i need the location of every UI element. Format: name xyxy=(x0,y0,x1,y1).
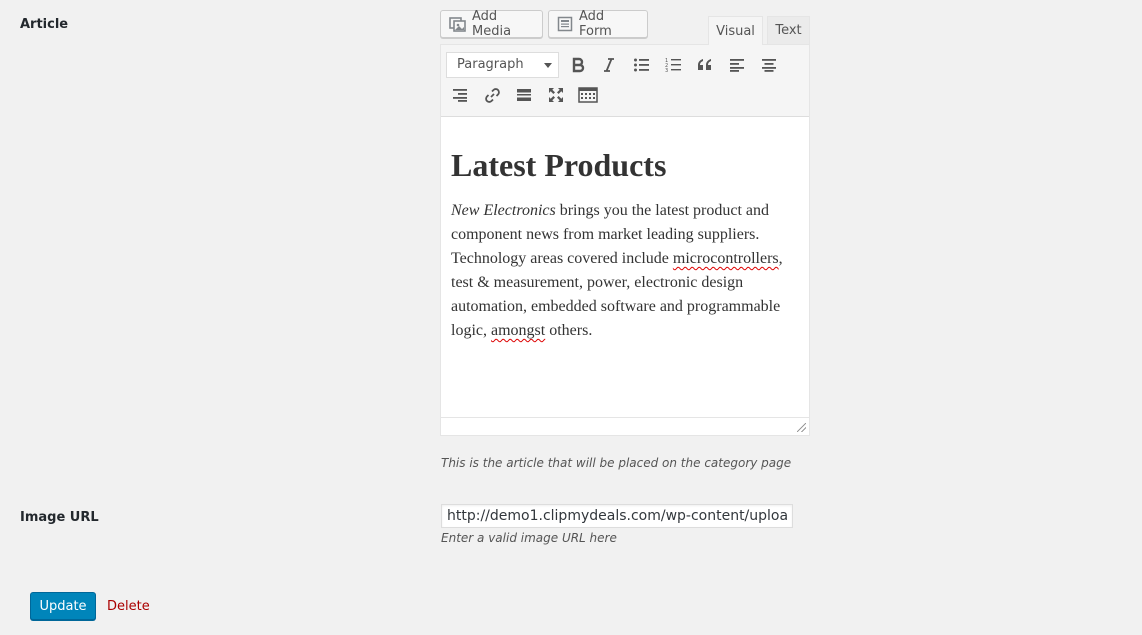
toolbar-toggle-icon xyxy=(578,87,598,103)
content-paragraph: New Electronics brings you the latest pr… xyxy=(451,199,799,343)
blockquote-icon xyxy=(697,58,713,72)
content-heading: Latest Products xyxy=(451,147,667,183)
image-url-help-text: Enter a valid image URL here xyxy=(441,531,617,545)
link-icon xyxy=(484,87,501,104)
align-center-button[interactable] xyxy=(755,51,783,79)
read-more-button[interactable] xyxy=(510,81,538,109)
bullet-list-button[interactable] xyxy=(627,51,655,79)
spellcheck-word-2: amongst xyxy=(491,322,546,339)
content-italic: New Electronics xyxy=(451,202,556,219)
content-text-3: others. xyxy=(545,322,593,339)
editor-toolbar: Paragraph 123 xyxy=(441,45,809,117)
align-right-button[interactable] xyxy=(446,81,474,109)
align-left-icon xyxy=(729,58,745,72)
add-media-button[interactable]: Add Media xyxy=(440,9,543,39)
toolbar-toggle-button[interactable] xyxy=(574,81,602,109)
fullscreen-button[interactable] xyxy=(542,81,570,109)
chevron-down-icon xyxy=(544,63,552,68)
add-form-label: Add Form xyxy=(579,9,612,39)
numbered-list-button[interactable]: 123 xyxy=(659,51,687,79)
numbered-list-icon: 123 xyxy=(665,57,681,73)
tab-visual[interactable]: Visual xyxy=(708,16,763,45)
italic-button[interactable] xyxy=(595,51,623,79)
link-button[interactable] xyxy=(478,81,506,109)
align-right-icon xyxy=(452,88,468,102)
image-url-input[interactable] xyxy=(441,504,793,528)
align-center-icon xyxy=(761,58,777,72)
read-more-icon xyxy=(516,88,532,102)
format-select-value: Paragraph xyxy=(457,57,524,72)
italic-icon xyxy=(602,57,616,73)
add-media-label: Add Media xyxy=(472,9,512,39)
editor-statusbar xyxy=(441,417,809,435)
article-label: Article xyxy=(20,17,69,32)
align-left-button[interactable] xyxy=(723,51,751,79)
media-icon xyxy=(449,16,466,32)
editor-content[interactable]: Latest Products New Electronics brings y… xyxy=(441,119,809,417)
form-icon xyxy=(557,16,573,32)
blockquote-button[interactable] xyxy=(691,51,719,79)
editor: Paragraph 123 Latest Products New Electr… xyxy=(440,44,810,436)
bold-button[interactable] xyxy=(564,51,592,79)
svg-text:3: 3 xyxy=(665,68,668,73)
spellcheck-word-1: microcontrollers xyxy=(672,250,779,267)
image-url-label: Image URL xyxy=(20,510,99,525)
bullet-list-icon xyxy=(633,57,649,73)
resize-handle-icon[interactable] xyxy=(797,423,806,432)
delete-link[interactable]: Delete xyxy=(107,599,150,614)
tab-text[interactable]: Text xyxy=(767,16,810,45)
update-button[interactable]: Update xyxy=(30,592,96,620)
bold-icon xyxy=(571,57,585,73)
format-select[interactable]: Paragraph xyxy=(446,52,559,78)
fullscreen-icon xyxy=(548,87,564,103)
add-form-button[interactable]: Add Form xyxy=(548,9,648,39)
article-help-text: This is the article that will be placed … xyxy=(441,456,792,470)
